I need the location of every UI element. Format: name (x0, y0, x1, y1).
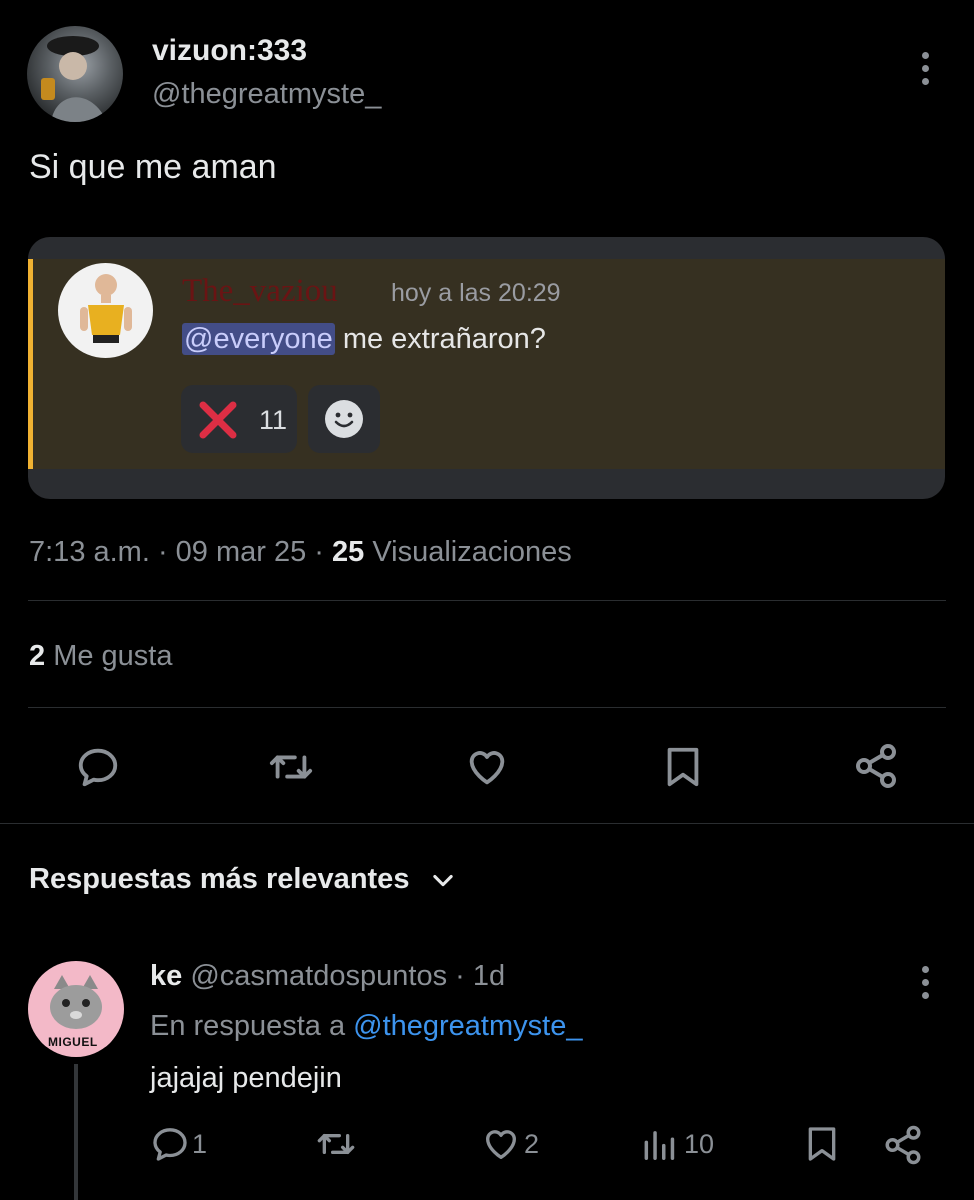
reply-comment-button[interactable]: 1 (150, 1124, 207, 1164)
reply-header: ke @casmatdospuntos · 1d (150, 960, 505, 993)
post-timestamp: 7:13 a.m. · 09 mar 25 · (29, 536, 333, 568)
add-reaction-pill (308, 385, 380, 453)
retweet-icon[interactable] (314, 1124, 358, 1164)
smiley-icon (324, 399, 364, 439)
reply-comment-count: 1 (192, 1128, 208, 1159)
more-icon[interactable] (922, 52, 929, 91)
post-text: Si que me aman (29, 148, 277, 186)
reply-context: En respuesta a @thegreatmyste_ (150, 1010, 582, 1043)
embed-username: The_vaziou (182, 273, 338, 309)
views-label: Visualizaciones (372, 536, 572, 568)
reply-author-handle[interactable]: @casmatdospuntos (190, 960, 447, 992)
share-icon[interactable] (852, 742, 900, 790)
chevron-down-icon (429, 866, 457, 894)
views-count: 25 (332, 536, 365, 568)
thread-line (74, 1064, 78, 1200)
reply-avatar-label: MIGUEL (48, 1035, 98, 1049)
reply-avatar[interactable]: MIGUEL (28, 961, 124, 1057)
embed-accent-bar (28, 259, 33, 469)
embed-message: @everyone me extrañaron? (182, 323, 546, 356)
heart-icon (480, 1124, 522, 1164)
in-reply-handle[interactable]: @thegreatmyste_ (353, 1010, 582, 1042)
bookmark-icon[interactable] (660, 742, 706, 792)
reaction-pill: 11 (181, 385, 297, 453)
share-icon[interactable] (882, 1124, 924, 1166)
embed-avatar (58, 263, 153, 358)
author-avatar[interactable] (27, 26, 123, 122)
divider (28, 707, 946, 708)
reply-like-count: 2 (524, 1128, 540, 1159)
reply-more-icon[interactable] (922, 966, 929, 1005)
reply-text: jajajaj pendejin (150, 1062, 342, 1094)
likes-stat[interactable]: 2 Me gusta (29, 640, 173, 673)
likes-count: 2 (29, 640, 46, 672)
likes-label: Me gusta (53, 640, 173, 672)
comment-icon[interactable] (75, 744, 121, 790)
replies-sort-label: Respuestas más relevantes (29, 863, 410, 895)
embed-time: hoy a las 20:29 (391, 279, 561, 307)
bookmark-icon[interactable] (802, 1122, 842, 1166)
author-name[interactable]: vizuon:333 (152, 34, 307, 68)
comment-icon (150, 1124, 190, 1164)
embedded-image[interactable]: The_vaziou hoy a las 20:29 @everyone me … (28, 237, 945, 499)
section-separator (0, 823, 974, 824)
replies-sort-dropdown[interactable]: Respuestas más relevantes (29, 863, 457, 896)
reply-age: · 1d (455, 960, 506, 992)
reply-views-button[interactable]: 10 (640, 1124, 714, 1164)
post-meta: 7:13 a.m. · 09 mar 25 · 25 Visualizacion… (29, 536, 572, 569)
divider (28, 600, 946, 601)
in-reply-prefix: En respuesta a (150, 1010, 346, 1042)
reaction-count: 11 (259, 405, 288, 435)
author-handle[interactable]: @thegreatmyste_ (152, 78, 381, 111)
embed-mention: @everyone (182, 323, 335, 355)
reply-author-name[interactable]: ke (150, 960, 182, 992)
retweet-icon[interactable] (267, 744, 315, 790)
reply-like-button[interactable]: 2 (480, 1124, 539, 1164)
embed-message-text: me extrañaron? (342, 323, 546, 355)
heart-icon[interactable] (463, 744, 511, 790)
reply-view-count: 10 (684, 1128, 715, 1159)
red-x-icon (197, 399, 239, 441)
views-icon (640, 1124, 678, 1164)
